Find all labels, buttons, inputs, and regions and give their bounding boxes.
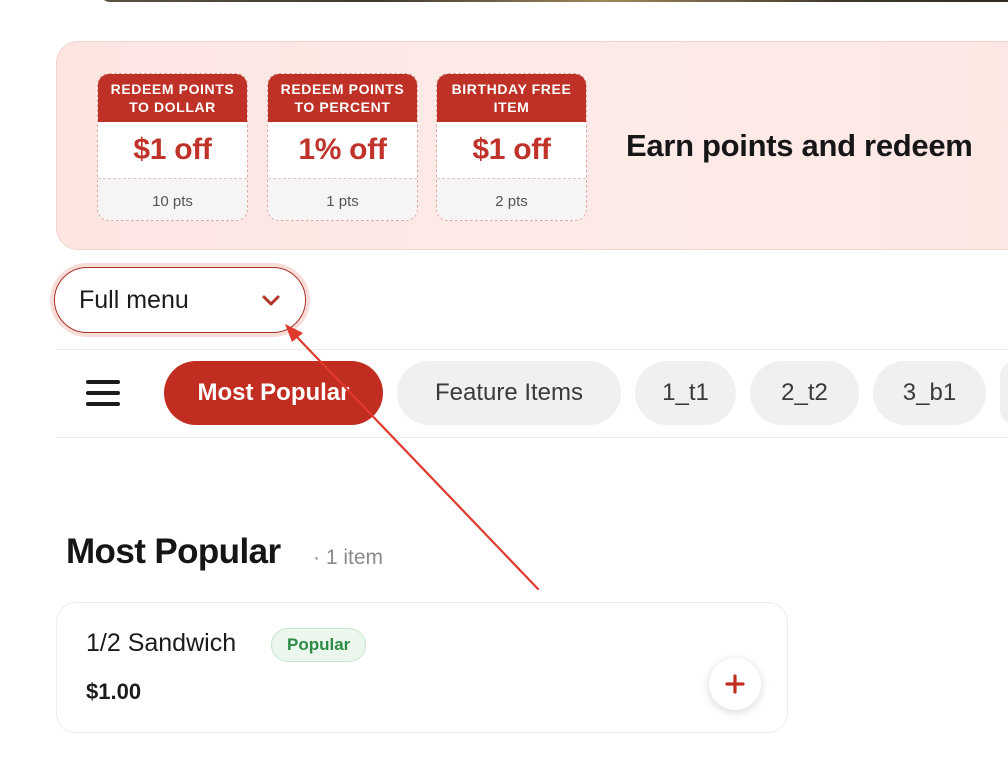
coupon-title: REDEEM POINTS TO PERCENT bbox=[268, 74, 417, 122]
menu-dropdown[interactable]: Full menu bbox=[54, 267, 306, 333]
tab-2-t2[interactable]: 2_t2 bbox=[750, 361, 859, 425]
chevron-down-icon bbox=[262, 295, 280, 306]
tab-most-popular[interactable]: Most Popular bbox=[164, 361, 383, 425]
menu-item-card[interactable]: 1/2 Sandwich Popular $1.00 bbox=[56, 602, 788, 733]
coupon-value: $1 off bbox=[437, 122, 586, 179]
coupon-card[interactable]: BIRTHDAY FREE ITEM $1 off 2 pts bbox=[436, 73, 587, 221]
item-price: $1.00 bbox=[86, 679, 142, 704]
section-item-count: · 1 item bbox=[313, 546, 384, 569]
coupon-value: $1 off bbox=[98, 122, 247, 179]
plus-icon bbox=[725, 674, 745, 694]
hero-image-edge bbox=[100, 0, 1008, 2]
add-to-cart-button[interactable] bbox=[709, 658, 761, 710]
nav-divider-bottom bbox=[56, 437, 1008, 438]
coupon-points: 1 pts bbox=[268, 179, 417, 220]
tab-overflow[interactable] bbox=[1000, 361, 1008, 425]
coupon-title: REDEEM POINTS TO DOLLAR bbox=[98, 74, 247, 122]
coupon-card[interactable]: REDEEM POINTS TO DOLLAR $1 off 10 pts bbox=[97, 73, 248, 221]
coupon-points: 10 pts bbox=[98, 179, 247, 220]
nav-divider-top bbox=[56, 349, 1008, 350]
coupon-title: BIRTHDAY FREE ITEM bbox=[437, 74, 586, 122]
tab-3-b1[interactable]: 3_b1 bbox=[873, 361, 986, 425]
tab-feature-items[interactable]: Feature Items bbox=[397, 361, 621, 425]
section-title: Most Popular bbox=[66, 532, 281, 571]
tab-1-t1[interactable]: 1_t1 bbox=[635, 361, 736, 425]
coupon-points: 2 pts bbox=[437, 179, 586, 220]
coupon-value: 1% off bbox=[268, 122, 417, 179]
rewards-banner: REDEEM POINTS TO DOLLAR $1 off 10 pts RE… bbox=[56, 41, 1008, 250]
popular-badge: Popular bbox=[271, 628, 367, 662]
coupon-card[interactable]: REDEEM POINTS TO PERCENT 1% off 1 pts bbox=[267, 73, 418, 221]
banner-headline: Earn points and redeem bbox=[626, 128, 973, 163]
item-name: 1/2 Sandwich bbox=[86, 629, 237, 657]
menu-hamburger-icon[interactable] bbox=[86, 380, 120, 406]
menu-dropdown-value: Full menu bbox=[79, 285, 189, 314]
